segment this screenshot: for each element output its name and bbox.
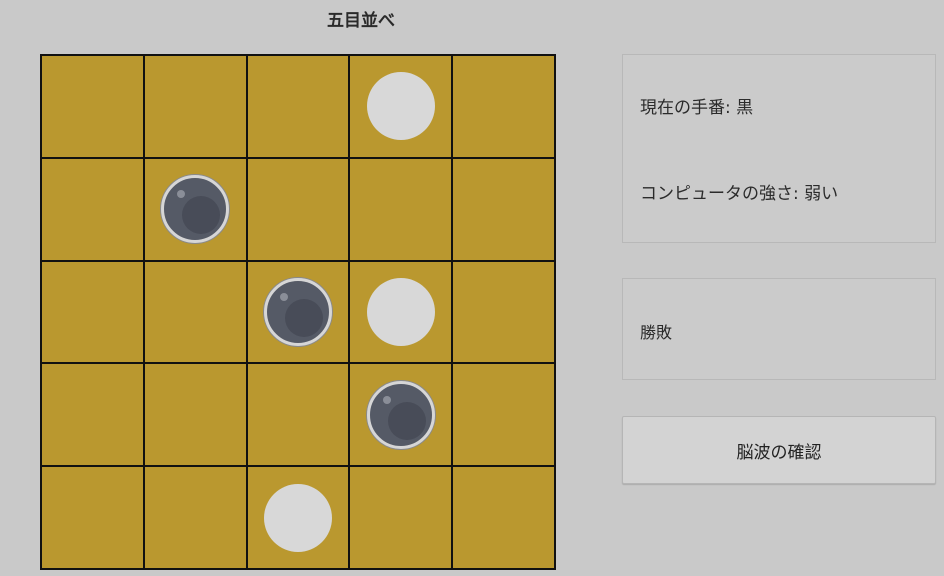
board-cell-r3c3[interactable] (349, 363, 453, 467)
current-turn-text: 現在の手番: 黒 (640, 98, 754, 118)
black-stone (366, 380, 435, 449)
stone-highlight (382, 395, 391, 404)
stone-shade (182, 196, 221, 235)
computer-strength-text: コンピュータの強さ: 弱い (640, 184, 839, 204)
result-label: 勝敗 (640, 323, 673, 342)
board-cell-r0c1[interactable] (143, 55, 247, 158)
board-cell-r3c4[interactable] (452, 363, 555, 467)
board-cell-r4c0[interactable] (41, 466, 144, 569)
board-cell-r3c2[interactable] (246, 363, 350, 467)
board-cell-r4c1[interactable] (143, 466, 247, 569)
stone-highlight (177, 190, 186, 199)
board-cell-r4c4[interactable] (452, 466, 555, 569)
board-cell-r1c0[interactable] (41, 157, 144, 261)
result-panel: 勝敗 (622, 278, 936, 380)
board-cell-r0c2[interactable] (246, 55, 350, 158)
white-stone (263, 483, 332, 552)
board-cell-r4c3[interactable] (349, 466, 453, 569)
status-panel: 現在の手番: 黒 コンピュータの強さ: 弱い (622, 54, 936, 243)
board-cell-r2c0[interactable] (41, 260, 144, 364)
board-cell-r0c3[interactable] (349, 55, 453, 158)
board-cell-r2c3[interactable] (349, 260, 453, 364)
stone-highlight (279, 292, 288, 301)
board-cell-r3c0[interactable] (41, 363, 144, 467)
board-cell-r2c2[interactable] (246, 260, 350, 364)
board-cell-r1c2[interactable] (246, 157, 350, 261)
white-stone (366, 72, 435, 141)
board-cell-r0c0[interactable] (41, 55, 144, 158)
black-stone (263, 277, 332, 346)
stone-shade (284, 298, 323, 337)
board-cell-r1c4[interactable] (452, 157, 555, 261)
stone-shade (387, 401, 426, 440)
board-cell-r2c1[interactable] (143, 260, 247, 364)
game-title: 五目並べ (327, 11, 395, 31)
board-cell-r0c4[interactable] (452, 55, 555, 158)
board-cell-r1c3[interactable] (349, 157, 453, 261)
board-cell-r4c2[interactable] (246, 466, 350, 569)
board-cell-r2c4[interactable] (452, 260, 555, 364)
brainwave-check-button[interactable]: 脳波の確認 (622, 416, 936, 484)
game-board (40, 54, 556, 570)
black-stone (161, 175, 230, 244)
board-cell-r1c1[interactable] (143, 157, 247, 261)
white-stone (366, 277, 435, 346)
board-cell-r3c1[interactable] (143, 363, 247, 467)
